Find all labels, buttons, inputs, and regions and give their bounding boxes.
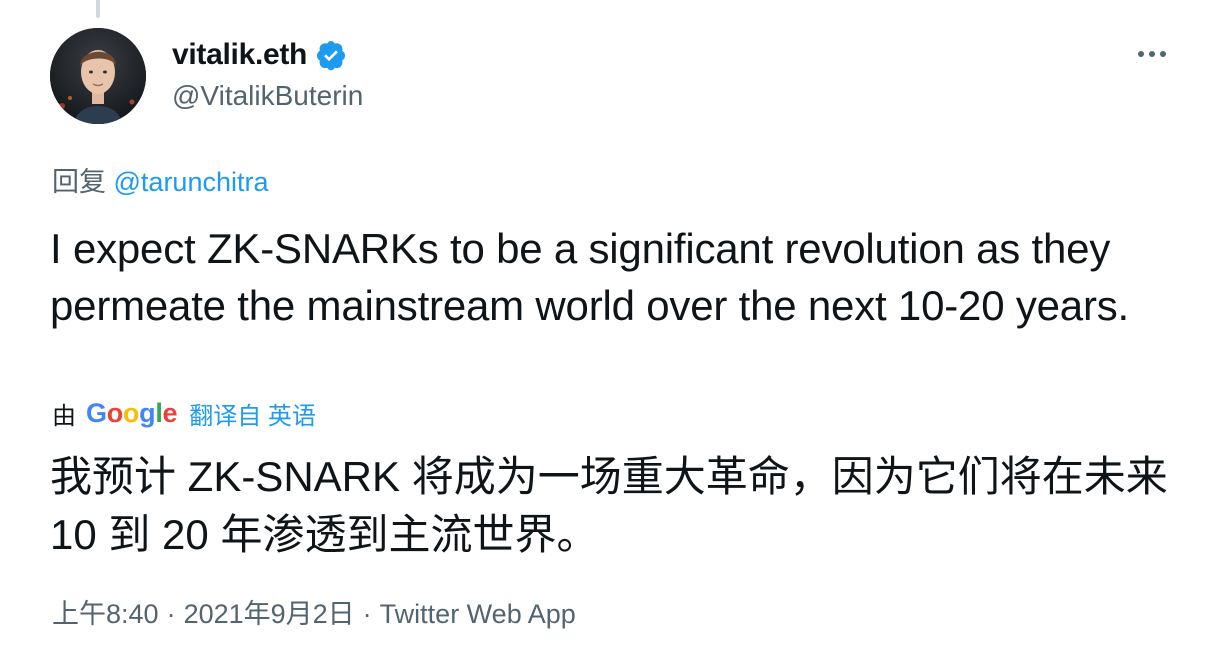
thread-connector-line	[96, 0, 100, 18]
more-horizontal-icon	[1138, 51, 1166, 57]
replying-to: 回复 @tarunchitra	[52, 160, 269, 199]
author-names: vitalik.eth @VitalikButerin	[172, 36, 363, 112]
author-handle[interactable]: @VitalikButerin	[172, 80, 363, 112]
translation-attribution: 由 Google 翻译自 英语	[52, 396, 316, 431]
avatar[interactable]	[50, 28, 146, 124]
tweet-date[interactable]: 2021年9月2日	[184, 599, 355, 629]
tweet-header: vitalik.eth @VitalikButerin	[50, 28, 1176, 124]
translated-tweet-text: 我预计 ZK-SNARK 将成为一场重大革命，因为它们将在未来 10 到 20 …	[50, 453, 1168, 558]
reply-mention-link[interactable]: @tarunchitra	[114, 167, 269, 197]
tweet-metadata: 上午8:40 · 2021年9月2日 · Twitter Web App	[52, 592, 576, 631]
tweet-source[interactable]: Twitter Web App	[380, 599, 576, 629]
tweet-text: I expect ZK-SNARKs to be a significant r…	[50, 225, 1129, 329]
translated-by-label: 由	[52, 403, 76, 430]
translated-from-link[interactable]: 翻译自 英语	[189, 396, 316, 431]
verified-badge-icon	[317, 41, 346, 71]
avatar-image	[50, 28, 146, 124]
reply-prefix: 回复	[52, 167, 106, 197]
google-logo: Google	[86, 398, 178, 428]
meta-separator-2: ·	[362, 599, 372, 629]
author-display-name[interactable]: vitalik.eth	[172, 38, 307, 72]
meta-separator: ·	[166, 599, 176, 629]
more-options-button[interactable]	[1128, 34, 1176, 74]
tweet-time[interactable]: 上午8:40	[52, 599, 159, 629]
